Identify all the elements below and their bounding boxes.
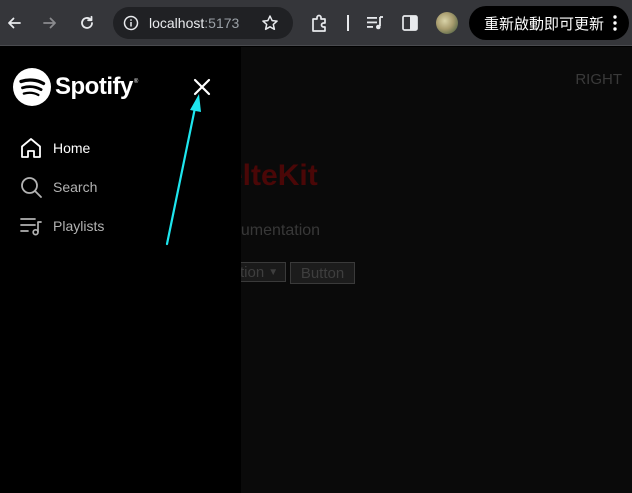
forward-button[interactable] <box>37 10 63 36</box>
back-button[interactable] <box>1 10 27 36</box>
more-menu-icon[interactable] <box>613 15 617 31</box>
right-region-label: RIGHT <box>575 71 622 88</box>
url-port: :5173 <box>204 15 240 31</box>
spotify-logo[interactable]: Spotify ® <box>12 67 138 107</box>
page-button[interactable]: Button <box>290 262 355 284</box>
registered-mark: ® <box>133 79 139 85</box>
update-label: 重新啟動即可更新 <box>484 15 605 33</box>
media-control-icon[interactable] <box>364 12 386 34</box>
spotify-logo-icon <box>13 68 51 106</box>
url-text: localhost:5173 <box>149 15 239 31</box>
select-value: tion <box>240 263 265 281</box>
nav-item-home[interactable]: Home <box>18 135 90 161</box>
site-info-icon[interactable] <box>123 15 139 31</box>
forward-arrow-icon <box>43 17 56 29</box>
reload-icon <box>81 15 93 29</box>
update-button[interactable]: 重新啟動即可更新 <box>469 6 629 40</box>
sidebar-drawer: Spotify ® Home Search Playlists <box>0 47 241 493</box>
home-icon <box>18 135 44 161</box>
nav-item-search[interactable]: Search <box>18 174 97 200</box>
spotify-wordmark: Spotify <box>55 73 133 100</box>
address-bar[interactable]: localhost:5173 <box>113 7 293 39</box>
reload-button[interactable] <box>74 10 100 36</box>
extensions-icon[interactable] <box>309 12 331 34</box>
profile-avatar[interactable] <box>436 12 458 34</box>
browser-toolbar: localhost:5173 重新啟動即可更新 <box>0 0 632 46</box>
select-caret-icon: ▼ <box>268 266 279 278</box>
url-host: localhost <box>149 15 205 31</box>
close-icon[interactable] <box>191 76 213 98</box>
nav-label-playlists: Playlists <box>53 218 105 234</box>
playlist-icon <box>18 213 44 239</box>
bookmark-star-icon[interactable] <box>261 14 279 32</box>
nav-label-search: Search <box>53 179 98 195</box>
back-arrow-icon <box>8 17 21 29</box>
search-icon <box>18 174 44 200</box>
nav-item-playlists[interactable]: Playlists <box>18 213 104 239</box>
side-panel-icon[interactable] <box>399 12 421 34</box>
nav-label-home: Home <box>53 140 91 156</box>
toolbar-divider <box>347 15 349 31</box>
